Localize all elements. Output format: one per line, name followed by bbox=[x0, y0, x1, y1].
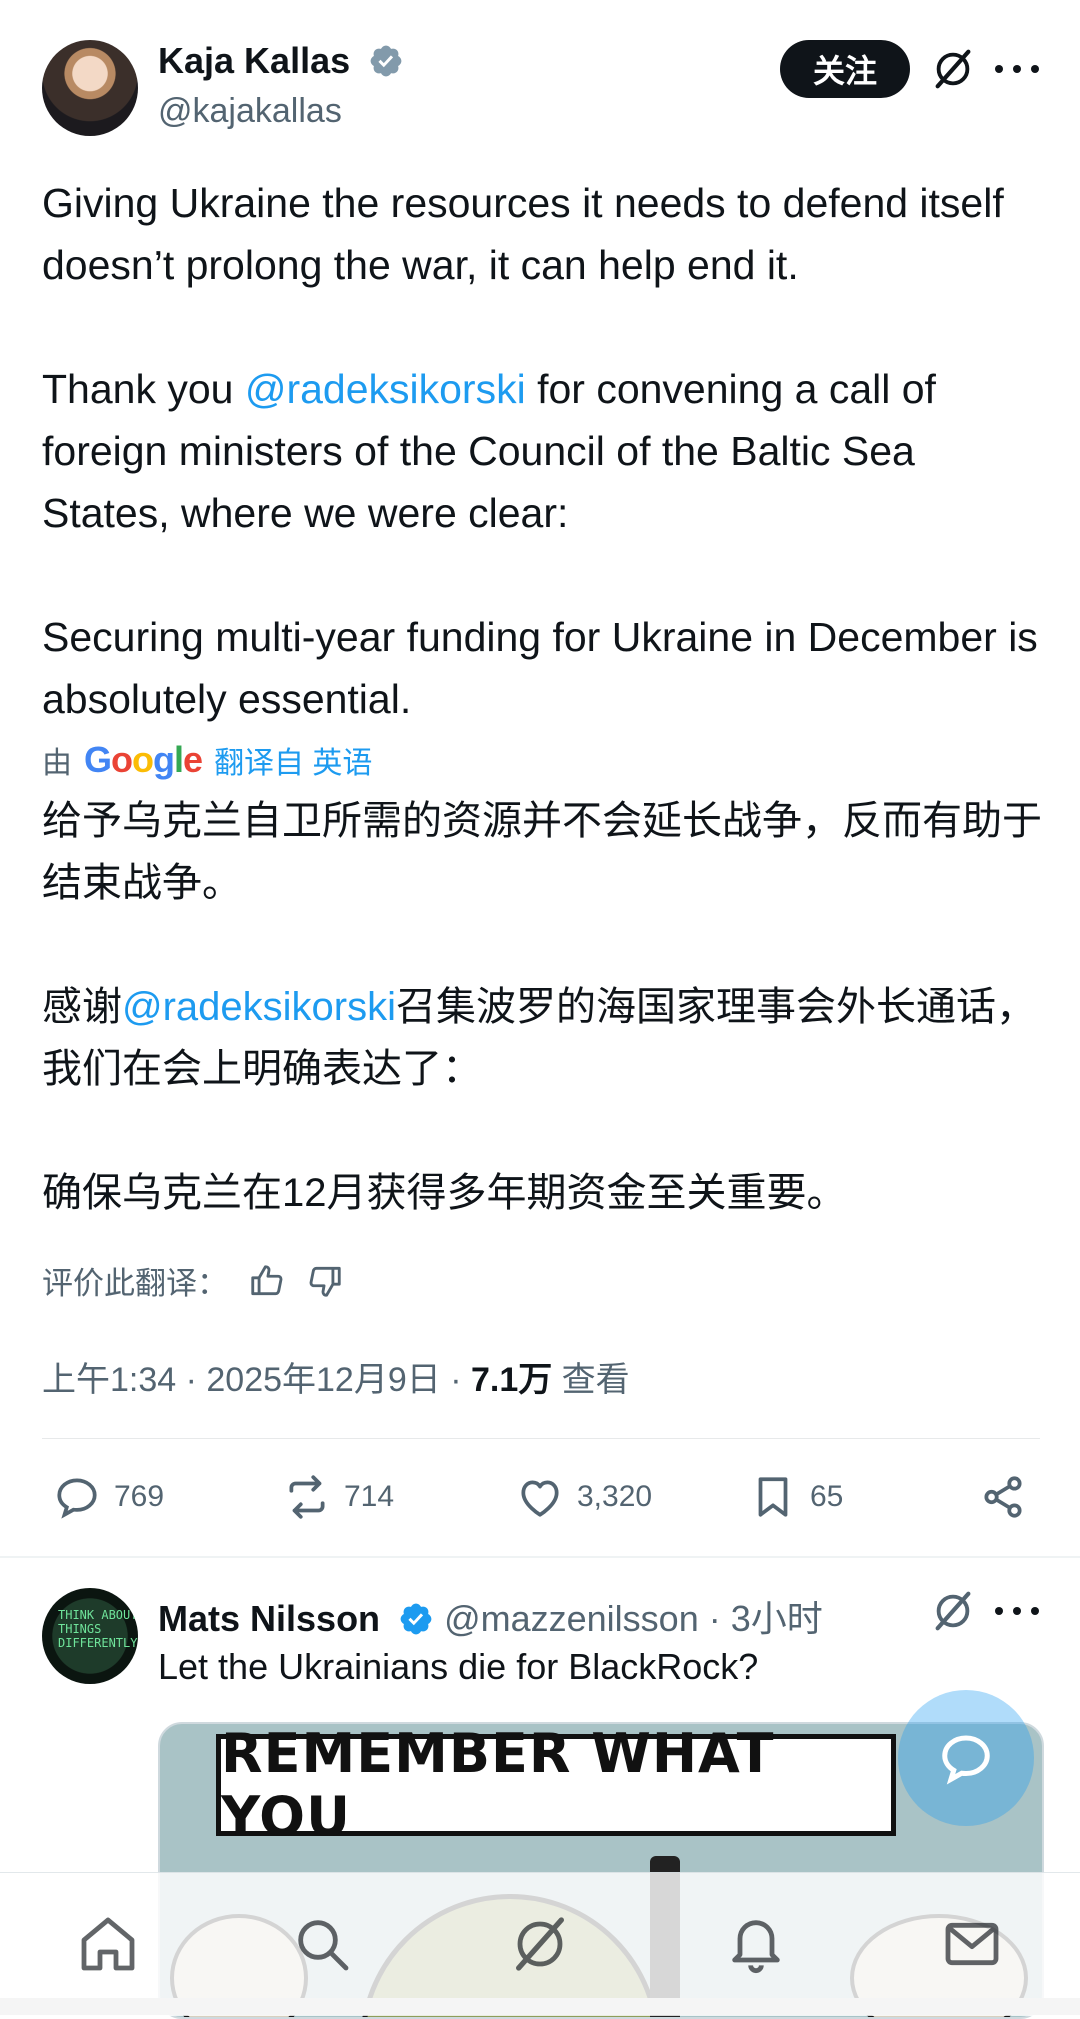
search-icon[interactable] bbox=[290, 1912, 354, 1976]
reply-author-handle[interactable]: @mazzenilsson bbox=[444, 1598, 699, 1639]
repost-icon bbox=[289, 1475, 325, 1519]
tweet-paragraph-1: Giving Ukraine the resources it needs to… bbox=[42, 180, 1016, 288]
translated-paragraph-3: 确保乌克兰在12月获得多年期资金至关重要。 bbox=[42, 1171, 847, 1215]
thumbs-up-icon[interactable] bbox=[248, 1262, 286, 1300]
author-name[interactable]: Kaja Kallas bbox=[158, 40, 404, 82]
google-logo: Google bbox=[84, 739, 203, 780]
thumbs-down-icon[interactable] bbox=[306, 1262, 344, 1300]
compose-reply-button[interactable] bbox=[898, 1690, 1034, 1826]
translated-from-link[interactable]: 翻译自 英语 bbox=[214, 738, 372, 782]
translated-paragraph-1: 给予乌克兰自卫所需的资源并不会延长战争，反而有助于结束战争。 bbox=[42, 799, 1042, 905]
rate-translation-row: 评价此翻译： bbox=[42, 1258, 344, 1303]
reply-time[interactable]: · 3小时 bbox=[699, 1598, 823, 1639]
reply-author-name[interactable]: Mats Nilsson bbox=[158, 1598, 380, 1639]
views-label: 查看 bbox=[552, 1361, 630, 1399]
tweet-text: Giving Ukraine the resources it needs to… bbox=[42, 172, 1052, 730]
like-count: 3,320 bbox=[577, 1480, 653, 1513]
author-name-text: Kaja Kallas bbox=[158, 40, 351, 81]
follow-button[interactable]: 关注 bbox=[780, 40, 910, 98]
translated-mention-link[interactable]: @radeksikorski bbox=[122, 985, 396, 1029]
notifications-bell-icon[interactable] bbox=[724, 1912, 788, 1976]
reply-icon bbox=[57, 1478, 97, 1519]
timestamp[interactable]: 上午1:34 · 2025年12月9日 · bbox=[42, 1361, 471, 1399]
heart-icon bbox=[521, 1480, 559, 1517]
bookmark-icon bbox=[758, 1477, 788, 1517]
views-count: 7.1万 bbox=[470, 1361, 553, 1399]
reply-count: 769 bbox=[114, 1480, 165, 1513]
share-icon bbox=[984, 1476, 1022, 1518]
more-options-icon[interactable] bbox=[995, 52, 1039, 86]
translated-text: 给予乌克兰自卫所需的资源并不会延长战争，反而有助于结束战争。 感谢@radeks… bbox=[42, 790, 1052, 1224]
tweet-meta: 上午1:34 · 2025年12月9日 · 7.1万 查看 bbox=[42, 1352, 630, 1401]
reply-button[interactable]: 769 bbox=[52, 1472, 164, 1522]
translated-paragraph-2-prefix: 感谢 bbox=[42, 985, 122, 1029]
reply-text: Let the Ukrainians die for BlackRock? bbox=[158, 1646, 759, 1687]
grok-icon[interactable] bbox=[930, 46, 976, 92]
repost-button[interactable]: 714 bbox=[282, 1472, 394, 1522]
reply-more-options-icon[interactable] bbox=[995, 1594, 1039, 1628]
tweet-paragraph-2-prefix: Thank you bbox=[42, 366, 245, 412]
reply-header: Mats Nilsson @mazzenilsson · 3小时 bbox=[158, 1590, 823, 1642]
rate-translation-label: 评价此翻译： bbox=[42, 1266, 228, 1301]
verified-badge-icon bbox=[370, 45, 402, 77]
system-gesture-bar bbox=[0, 1998, 1080, 2015]
divider bbox=[42, 1438, 1040, 1439]
section-separator bbox=[0, 1556, 1080, 1558]
reply-verified-badge-icon bbox=[400, 1603, 432, 1635]
like-button[interactable]: 3,320 bbox=[515, 1472, 652, 1522]
bookmark-count: 65 bbox=[810, 1480, 844, 1513]
share-button[interactable] bbox=[978, 1472, 1028, 1522]
reply-grok-icon[interactable] bbox=[930, 1588, 976, 1634]
mention-link[interactable]: @radeksikorski bbox=[245, 366, 526, 412]
reply-bubble-icon bbox=[942, 1735, 990, 1785]
author-handle[interactable]: @kajakallas bbox=[158, 92, 342, 131]
reply-author-avatar[interactable]: THINK ABOUT THINGS DIFFERENTLY bbox=[42, 1588, 138, 1684]
tweet-paragraph-3: Securing multi-year funding for Ukraine … bbox=[42, 614, 1050, 722]
translation-attribution: 由 Google 翻译自 英语 bbox=[42, 738, 372, 782]
messages-envelope-icon[interactable] bbox=[940, 1912, 1004, 1976]
grok-nav-icon[interactable] bbox=[508, 1912, 572, 1976]
repost-count: 714 bbox=[344, 1480, 395, 1513]
bookmark-button[interactable]: 65 bbox=[748, 1472, 843, 1522]
translated-by-prefix: 由 bbox=[42, 747, 72, 780]
author-avatar[interactable] bbox=[42, 40, 138, 136]
comic-banner-text: REMEMBER WHAT YOU bbox=[216, 1724, 896, 1848]
home-icon[interactable] bbox=[76, 1912, 140, 1976]
